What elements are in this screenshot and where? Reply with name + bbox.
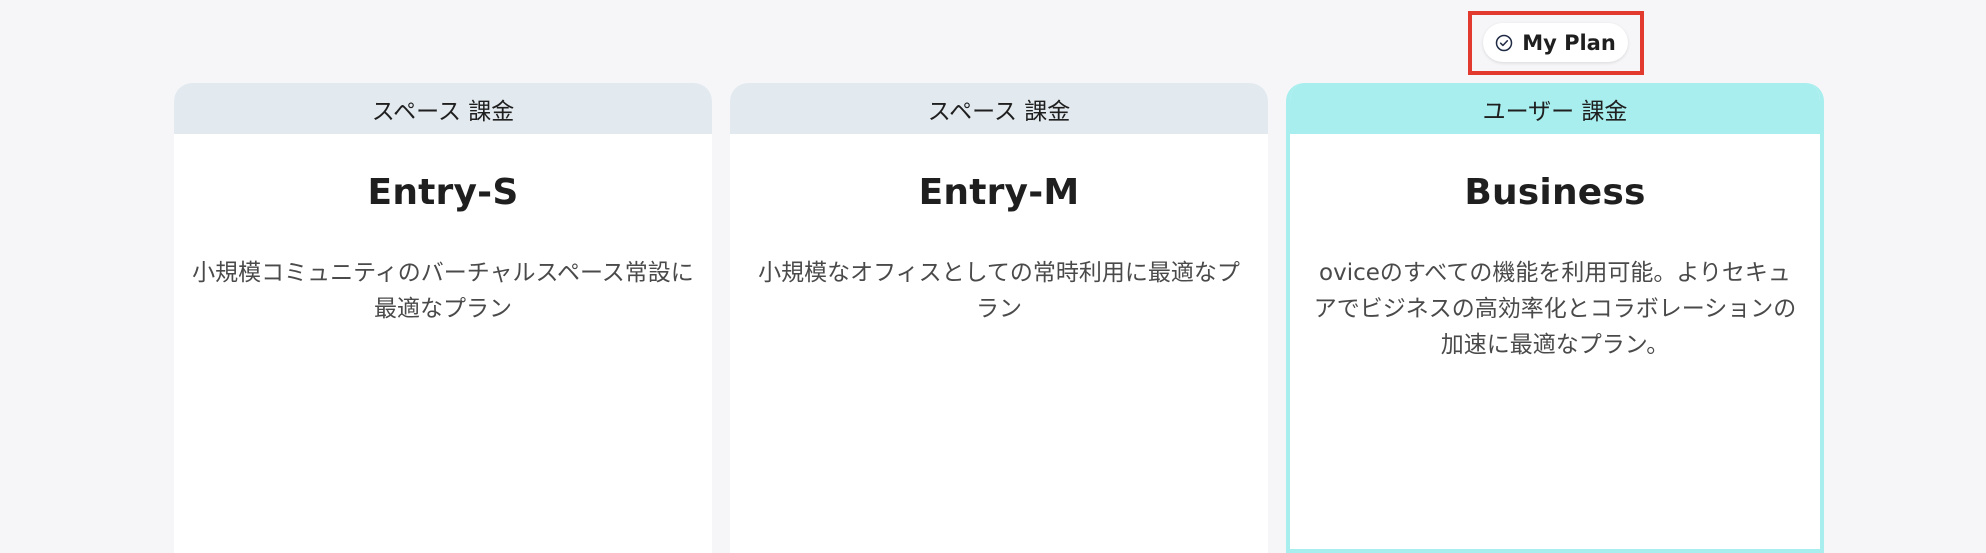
plan-description: oviceのすべての機能を利用可能。よりセキュアでビジネスの高効率化とコラボレー… [1313,260,1797,358]
plan-name: Business [1464,172,1646,213]
plan-card-entry-m[interactable]: スペース 課金 Entry-M 小規模なオフィスとしての常時利用に最適なプラン [730,83,1268,553]
check-circle-icon [1495,34,1513,51]
plan-description: 小規模コミュニティのバーチャルスペース常設に最適なプラン [192,260,694,322]
plan-card-entry-s[interactable]: スペース 課金 Entry-S 小規模コミュニティのバーチャルスペース常設に最適… [174,83,712,553]
my-plan-label: My Plan [1522,30,1616,55]
plan-name: Entry-S [367,172,519,213]
plan-description: 小規模なオフィスとしての常時利用に最適なプラン [758,260,1240,322]
plan-card-business[interactable]: ユーザー 課金 Business oviceのすべての機能を利用可能。よりセキュ… [1286,83,1824,553]
billing-type-header: スペース 課金 [174,83,712,134]
billing-type-header: スペース 課金 [730,83,1268,134]
plan-name: Entry-M [918,172,1080,213]
my-plan-badge: My Plan [1483,23,1628,62]
billing-type-header: ユーザー 課金 [1290,83,1820,134]
